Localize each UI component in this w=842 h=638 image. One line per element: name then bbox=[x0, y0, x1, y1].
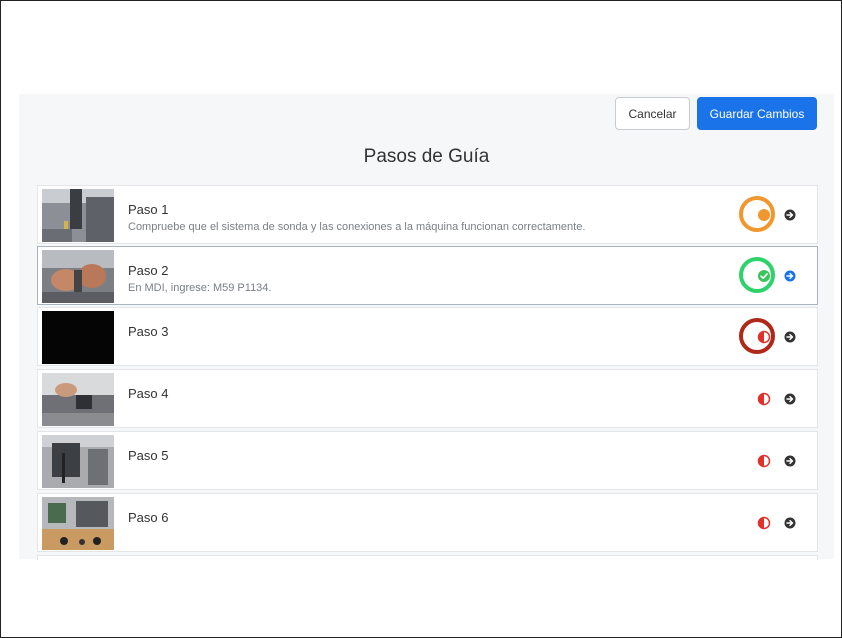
step-3-thumbnail bbox=[42, 311, 114, 364]
step-row-partial bbox=[37, 555, 818, 560]
step-6-arrow-right-icon[interactable] bbox=[784, 517, 796, 529]
step-1-title: Paso 1 bbox=[128, 202, 169, 217]
step-2-arrow-right-icon[interactable] bbox=[784, 270, 796, 282]
step-row-6[interactable]: Paso 6 bbox=[37, 493, 818, 552]
step-4-thumbnail bbox=[42, 373, 114, 426]
step-4-title: Paso 4 bbox=[128, 386, 169, 401]
step-row-1[interactable]: Paso 1 Compruebe que el sistema de sonda… bbox=[37, 185, 818, 244]
step-row-3[interactable]: Paso 3 bbox=[37, 307, 818, 366]
step-3-title: Paso 3 bbox=[128, 324, 169, 339]
step-2-description: En MDI, ingrese: M59 P1134. bbox=[128, 282, 272, 294]
step-1-thumbnail bbox=[42, 189, 114, 242]
step-row-2[interactable]: Paso 2 En MDI, ingrese: M59 P1134. bbox=[37, 246, 818, 305]
complete-status-icon[interactable] bbox=[756, 268, 772, 284]
in-progress-status-icon[interactable] bbox=[756, 207, 772, 223]
needs-attention-status-icon[interactable] bbox=[756, 329, 772, 345]
step-row-4[interactable]: Paso 4 bbox=[37, 369, 818, 428]
needs-attention-status-icon[interactable] bbox=[756, 515, 772, 531]
step-4-arrow-right-icon[interactable] bbox=[784, 393, 796, 405]
cancel-button[interactable]: Cancelar bbox=[615, 97, 690, 130]
save-changes-button[interactable]: Guardar Cambios bbox=[697, 97, 817, 130]
step-row-5[interactable]: Paso 5 bbox=[37, 431, 818, 490]
step-1-description: Compruebe que el sistema de sonda y las … bbox=[128, 221, 586, 233]
step-5-thumbnail bbox=[42, 435, 114, 488]
needs-attention-status-icon[interactable] bbox=[756, 391, 772, 407]
step-2-thumbnail bbox=[42, 250, 114, 303]
step-2-title: Paso 2 bbox=[128, 263, 169, 278]
page-title: Pasos de Guía bbox=[363, 146, 490, 167]
step-3-arrow-right-icon[interactable] bbox=[784, 331, 796, 343]
step-6-title: Paso 6 bbox=[128, 510, 169, 525]
step-5-arrow-right-icon[interactable] bbox=[784, 455, 796, 467]
step-5-title: Paso 5 bbox=[128, 448, 169, 463]
step-6-thumbnail bbox=[42, 497, 114, 550]
step-1-arrow-right-icon[interactable] bbox=[784, 209, 796, 221]
needs-attention-status-icon[interactable] bbox=[756, 453, 772, 469]
